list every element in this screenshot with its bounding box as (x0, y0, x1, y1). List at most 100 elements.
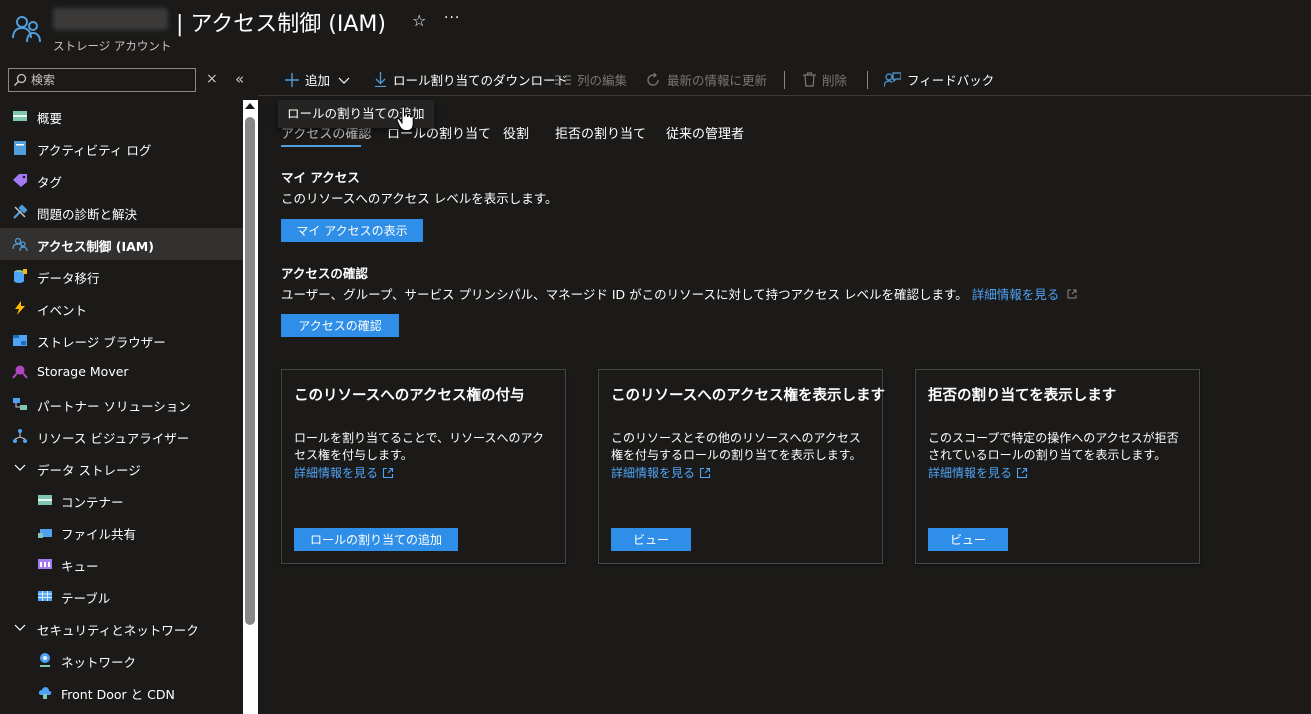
sidebar-item-data-migration[interactable]: データ移行 (0, 260, 243, 292)
close-icon[interactable]: × (206, 71, 218, 87)
add-label: 追加 (305, 73, 331, 88)
toolbar-divider (784, 71, 785, 89)
sidebar-group-data-storage[interactable]: データ ストレージ (0, 452, 243, 484)
feedback-label: フィードバック (907, 73, 995, 88)
chevron-down-icon (14, 464, 26, 471)
search-icon (13, 73, 27, 87)
my-access-title: マイ アクセス (281, 170, 360, 185)
sidebar-item-label: ストレージ ブラウザー (37, 335, 166, 350)
table-icon (38, 591, 52, 601)
learn-more-link[interactable]: 詳細情報を見る (972, 287, 1060, 302)
sidebar-item-label: リソース ビジュアライザー (37, 431, 190, 446)
scroll-up-arrow-icon[interactable] (245, 103, 255, 109)
sidebar-item-tags[interactable]: タグ (0, 164, 243, 196)
hand-cursor-icon (396, 106, 414, 131)
external-link-icon (699, 467, 711, 478)
search-input[interactable] (31, 71, 191, 89)
sidebar-item-label: キュー (61, 559, 99, 574)
sidebar-item-diagnose[interactable]: 問題の診断と解決 (0, 196, 243, 228)
view-my-access-button[interactable]: マイ アクセスの表示 (281, 219, 423, 242)
sidebar-item-label: 概要 (37, 111, 63, 126)
add-role-assignment-button[interactable]: ロールの割り当ての追加 (294, 528, 458, 551)
learn-more-label: 詳細情報を見る (294, 466, 379, 480)
sidebar-item-partner-solutions[interactable]: パートナー ソリューション (0, 388, 243, 420)
tab-roles[interactable]: 役割 (503, 123, 529, 142)
learn-more-link[interactable]: 詳細情報を見る (928, 464, 1028, 481)
container-icon (38, 495, 52, 505)
sidebar-item-label: Front Door と CDN (61, 687, 175, 702)
learn-more-link[interactable]: 詳細情報を見る (294, 464, 394, 481)
sidebar-item-events[interactable]: イベント (0, 292, 243, 324)
activity-log-icon (14, 141, 26, 155)
sidebar-item-front-door[interactable]: Front Door と CDN (0, 676, 243, 708)
feedback-icon (884, 71, 901, 87)
storage-mover-icon (12, 365, 28, 379)
sidebar-item-storage-browser[interactable]: ストレージ ブラウザー (0, 324, 243, 356)
sidebar-item-label: アクティビティ ログ (37, 143, 152, 158)
add-button[interactable]: 追加 (285, 70, 356, 89)
view-deny-assignments-button[interactable]: ビュー (928, 528, 1008, 551)
learn-more-link[interactable]: 詳細情報を見る (611, 464, 711, 481)
delete-label: 削除 (822, 73, 848, 88)
iam-icon (12, 237, 28, 252)
check-access-button[interactable]: アクセスの確認 (281, 314, 399, 337)
sidebar-item-label: ネットワーク (61, 655, 137, 670)
collapse-sidebar-icon[interactable]: « (235, 70, 244, 88)
sidebar-item-file-shares[interactable]: ファイル共有 (0, 516, 243, 548)
queue-icon (38, 559, 52, 569)
tag-icon (13, 174, 27, 187)
sidebar-item-queues[interactable]: キュー (0, 548, 243, 580)
view-access-card: このリソースへのアクセス権を表示します このリソースとその他のリソースへのアクセ… (598, 369, 885, 564)
sidebar-item-label: イベント (37, 303, 88, 318)
sidebar-item-label: コンテナー (61, 495, 124, 510)
card-description: ロールを割り当てることで、リソースへのアクセス権を付与します。 (294, 431, 544, 462)
file-share-icon (38, 529, 52, 538)
sidebar-item-label: 問題の診断と解決 (37, 207, 138, 222)
delete-button[interactable]: 削除 (803, 70, 847, 89)
data-migration-icon (14, 269, 27, 283)
edit-columns-button[interactable]: 列の編集 (555, 70, 627, 89)
ellipsis-icon[interactable]: ··· (444, 10, 460, 26)
sidebar-group-label: セキュリティとネットワーク (37, 623, 199, 638)
toolbar-divider (867, 71, 868, 89)
overview-icon (13, 111, 27, 121)
resource-name-redacted (53, 8, 168, 30)
download-label: ロール割り当てのダウンロード (393, 73, 569, 88)
sidebar-item-label: Storage Mover (37, 364, 129, 379)
search-box[interactable] (8, 68, 196, 92)
active-tab-indicator (281, 145, 361, 147)
sidebar-nav: 概要 アクティビティ ログ タグ 問題の診断と解決 アクセス制御 (IAM) デ… (0, 100, 243, 714)
sidebar-item-label: アクセス制御 (IAM) (37, 239, 154, 254)
tab-classic-administrators[interactable]: 従来の管理者 (666, 123, 744, 142)
sidebar-item-resource-visualizer[interactable]: リソース ビジュアライザー (0, 420, 243, 452)
card-title: 拒否の割り当てを表示します (928, 388, 1117, 404)
sidebar-item-label: タグ (37, 175, 63, 190)
view-deny-assignments-card: 拒否の割り当てを表示します このスコープで特定の操作へのアクセスが拒否されている… (915, 369, 1200, 564)
sidebar-item-activity-log[interactable]: アクティビティ ログ (0, 132, 243, 164)
chevron-down-icon (338, 77, 350, 84)
visualizer-icon (13, 429, 27, 443)
sidebar-group-security-network[interactable]: セキュリティとネットワーク (0, 612, 243, 644)
sidebar-item-networking[interactable]: ネットワーク (0, 644, 243, 676)
front-door-icon (38, 687, 52, 699)
tab-deny-assignments[interactable]: 拒否の割り当て (555, 123, 646, 142)
storage-browser-icon (13, 335, 27, 346)
sidebar-item-containers[interactable]: コンテナー (0, 484, 243, 516)
sidebar-item-tables[interactable]: テーブル (0, 580, 243, 612)
sidebar-item-overview[interactable]: 概要 (0, 100, 243, 132)
sidebar-item-label: パートナー ソリューション (37, 399, 191, 414)
page-subtitle: ストレージ アカウント (53, 39, 172, 53)
learn-more-label: 詳細情報を見る (928, 466, 1013, 480)
sidebar-item-iam[interactable]: アクセス制御 (IAM) (0, 228, 243, 260)
feedback-button[interactable]: フィードバック (884, 70, 994, 89)
scrollbar-thumb[interactable] (245, 117, 255, 625)
view-role-assignments-button[interactable]: ビュー (611, 528, 691, 551)
external-link-icon (1067, 289, 1077, 299)
download-role-assignments-button[interactable]: ロール割り当てのダウンロード (374, 70, 568, 89)
sidebar-item-storage-mover[interactable]: Storage Mover (0, 356, 243, 388)
star-icon[interactable]: ☆ (412, 11, 426, 30)
grant-access-card: このリソースへのアクセス権の付与 ロールを割り当てることで、リソースへのアクセス… (281, 369, 566, 564)
sidebar-item-label: テーブル (61, 591, 111, 606)
refresh-button[interactable]: 最新の情報に更新 (645, 70, 767, 89)
card-description: このリソースとその他のリソースへのアクセス権を付与するロールの割り当てを表示しま… (611, 431, 862, 462)
